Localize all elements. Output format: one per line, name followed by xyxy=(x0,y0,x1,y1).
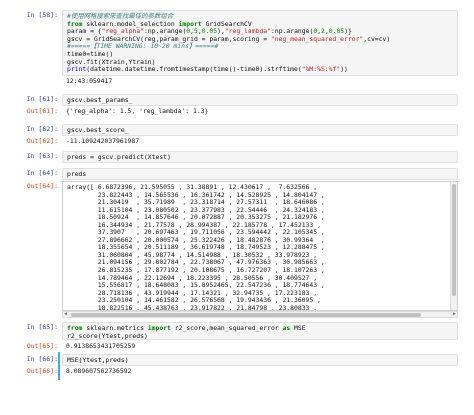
code-editor[interactable]: gscv.best_score_ xyxy=(62,124,458,136)
input-prompt: In [66]: xyxy=(26,355,58,363)
horizontal-scrollbar[interactable]: ◀ ▶ xyxy=(62,311,458,318)
code-editor[interactable]: preds = gscv.predict(Xtest) xyxy=(62,151,458,163)
code-line: gscv.best_score_ xyxy=(67,126,129,134)
code-line: gscv.best_params_ xyxy=(67,96,133,104)
input-prompt: In [63]: xyxy=(26,152,58,160)
input-prompt: In [65]: xyxy=(26,323,58,331)
input-prompt: In [61]: xyxy=(26,95,58,103)
code-cell-66[interactable]: In [66]: MSE(Ytest,preds) Out[66]: 8.089… xyxy=(0,352,474,380)
code-editor[interactable]: gscv.best_params_ xyxy=(62,94,458,106)
code-line: #=====【TIME WARNING: 10~20 mins】=====# xyxy=(67,42,219,51)
output-prompt: Out[61]: xyxy=(26,107,58,115)
code-editor[interactable]: from sklearn.metrics import r2_score,mea… xyxy=(62,322,458,340)
output-prompt: Out[64]: xyxy=(26,182,58,190)
code-line: print(datetime.datetime.fromtimestamp(ti… xyxy=(67,65,348,74)
code-line: preds xyxy=(67,170,87,178)
scrollbar-thumb[interactable] xyxy=(71,313,421,317)
scrollbar-thumb[interactable] xyxy=(452,184,456,296)
code-line: r2_score(Ytest,preds) xyxy=(67,331,148,340)
cell-output: 8.089607562736592 xyxy=(66,367,132,375)
cell-output: -11.109242037961987 xyxy=(66,137,140,145)
code-cell-58[interactable]: In [58]: #使用网格搜索来查找最佳的参数组合 from sklearn.m… xyxy=(0,8,474,88)
output-prompt: Out[65]: xyxy=(26,342,58,350)
output-prompt: Out[62]: xyxy=(26,137,58,145)
cell-output: 0.9138653431705259 xyxy=(66,342,136,350)
cell-output: {'reg_alpha': 1.5, 'reg_lambda': 1.3} xyxy=(66,107,209,115)
input-prompt: In [58]: xyxy=(26,11,58,19)
cell-stdout: 12:43:059417 xyxy=(66,77,113,85)
scroll-left-icon[interactable]: ◀ xyxy=(64,312,67,317)
code-cell-65[interactable]: In [65]: from sklearn.metrics import r2_… xyxy=(0,320,474,352)
code-editor[interactable]: preds xyxy=(62,168,458,180)
scroll-right-icon[interactable]: ▶ xyxy=(453,312,456,317)
scrolled-output[interactable]: array([ 6.6872396, 21.595055 , 31.38891 … xyxy=(62,181,458,311)
code-cell-63[interactable]: In [63]: preds = gscv.predict(Xtest) xyxy=(0,149,474,165)
input-prompt: In [62]: xyxy=(26,125,58,133)
code-editor[interactable]: MSE(Ytest,preds) xyxy=(62,354,458,366)
output-prompt: Out[66]: xyxy=(26,367,58,375)
code-line: MSE(Ytest,preds) xyxy=(67,356,129,364)
vertical-scrollbar[interactable] xyxy=(450,182,457,310)
code-editor[interactable]: #使用网格搜索来查找最佳的参数组合 from sklearn.model_sele… xyxy=(62,10,458,76)
code-cell-62[interactable]: In [62]: gscv.best_score_ Out[62]: -11.1… xyxy=(0,121,474,149)
code-cell-61[interactable]: In [61]: gscv.best_params_ Out[61]: {'re… xyxy=(0,91,474,121)
code-line: preds = gscv.predict(Xtest) xyxy=(67,153,171,161)
input-prompt: In [64]: xyxy=(26,169,58,177)
array-output: array([ 6.6872396, 21.595055 , 31.38891 … xyxy=(67,183,325,311)
